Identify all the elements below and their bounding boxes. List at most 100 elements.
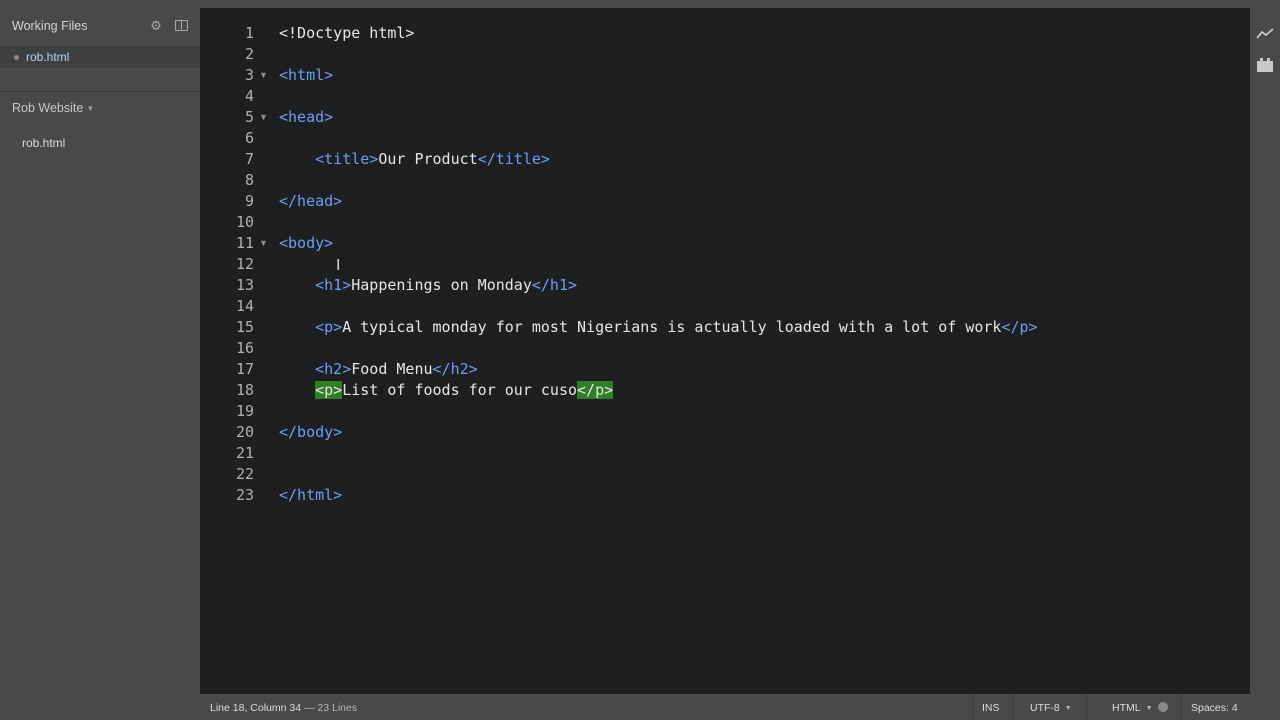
line-number: 11 (235, 234, 254, 252)
fold-arrow-icon[interactable]: ▼ (259, 233, 268, 254)
project-title[interactable]: Rob Website ▼ (12, 101, 94, 115)
split-view-icon[interactable] (175, 20, 188, 31)
code-tag: </body> (279, 423, 343, 441)
code-tag: </h2> (432, 360, 478, 378)
code-tag: <p> (315, 318, 343, 336)
divider (1086, 694, 1087, 720)
extension-manager-icon[interactable] (1256, 57, 1274, 73)
language-select[interactable]: HTML ▼ (1112, 702, 1153, 714)
divider (972, 694, 973, 720)
encoding-select[interactable]: UTF-8 ▼ (1030, 702, 1072, 714)
language-label: HTML (1112, 702, 1141, 714)
encoding-label: UTF-8 (1030, 702, 1060, 714)
chevron-down-icon: ▼ (1064, 704, 1072, 712)
line-number: 15 (235, 318, 254, 336)
code-tag: </p> (1001, 318, 1038, 336)
matched-tag: <p> (315, 381, 343, 399)
indent-spaces-select[interactable]: Spaces: 4 (1191, 702, 1238, 714)
line-number: 4 (244, 87, 254, 105)
line-number: 12 (235, 255, 254, 273)
line-number: 9 (244, 192, 254, 210)
code-line[interactable]: <h1>Happenings on Monday</h1> (279, 275, 577, 296)
right-toolbar (1250, 0, 1280, 720)
line-number: 18 (235, 381, 254, 399)
code-tag: <h2> (315, 360, 352, 378)
line-number: 10 (235, 213, 254, 231)
code-line[interactable]: <!Doctype html> (279, 23, 414, 44)
cursor-position: Line 18, Column 34 — 23 Lines (210, 702, 357, 714)
line-number: 16 (235, 339, 254, 357)
code-line[interactable]: <p>A typical monday for most Nigerians i… (279, 317, 1038, 338)
line-number: 3 (244, 66, 254, 84)
code-tag: <title> (315, 150, 379, 168)
live-preview-icon[interactable] (1256, 27, 1274, 41)
project-file-item[interactable]: rob.html (22, 136, 65, 150)
code-tag: <h1> (315, 276, 352, 294)
code-line[interactable]: </html> (279, 485, 342, 506)
code-line[interactable]: </body> (279, 422, 342, 443)
code-editor[interactable]: 1 <!Doctype html> 2 3 ▼ <html> 4 5 ▼ <head> 6 7 <ti… (200, 8, 1250, 694)
working-file-item[interactable]: rob.html (0, 46, 200, 68)
sidebar-divider (0, 91, 200, 92)
code-text: Food Menu (351, 360, 433, 378)
code-line[interactable]: <head> (279, 107, 333, 128)
line-number: 23 (235, 486, 254, 504)
code-tag: <body> (279, 234, 334, 252)
code-line[interactable]: <body> (279, 233, 333, 254)
lint-status-icon[interactable] (1158, 702, 1168, 712)
line-number: 17 (235, 360, 254, 378)
gear-icon[interactable]: ⚙ (149, 19, 163, 33)
line-number: 2 (244, 45, 254, 63)
working-files-title: Working Files (12, 19, 88, 33)
line-number: 6 (244, 129, 254, 147)
code-text: List of foods for our cuso (342, 381, 578, 399)
line-number: 7 (244, 150, 254, 168)
fold-arrow-icon[interactable]: ▼ (259, 107, 268, 128)
code-tag: </h1> (531, 276, 578, 294)
cursor-position-label: Line 18, Column 34 (210, 702, 302, 714)
code-line[interactable]: <title>Our Product</title> (279, 149, 550, 170)
code-line[interactable]: <h2>Food Menu</h2> (279, 359, 478, 380)
dot-icon (14, 55, 19, 60)
top-border (0, 0, 1250, 8)
code-tag: </html> (279, 486, 343, 504)
text-cursor-icon: I (336, 257, 341, 274)
line-number: 8 (244, 171, 254, 189)
code-tag: <html> (279, 66, 334, 84)
line-count: — 23 Lines (301, 702, 358, 714)
line-number: 20 (235, 423, 254, 441)
code-text: A typical monday for most Nigerians is a… (342, 318, 1002, 336)
code-text: Happenings on Monday (351, 276, 532, 294)
line-number: 13 (235, 276, 254, 294)
line-number: 22 (235, 465, 254, 483)
chevron-down-icon: ▼ (1145, 704, 1153, 712)
line-number: 1 (244, 24, 254, 42)
code-tag: <head> (279, 108, 334, 126)
line-number: 14 (235, 297, 254, 315)
sidebar: Working Files ⚙ rob.html Rob Website ▼ ro… (0, 0, 200, 720)
project-title-label: Rob Website (12, 101, 84, 115)
working-file-label: rob.html (26, 50, 70, 64)
code-line[interactable]: <p>List of foods for our cuso</p> (279, 380, 614, 401)
divider (1180, 694, 1181, 720)
insert-mode-toggle[interactable]: INS (982, 702, 1000, 714)
line-number: 5 (244, 108, 254, 126)
divider (1012, 694, 1013, 720)
code-tag: </head> (279, 192, 343, 210)
status-bar: Line 18, Column 34 — 23 Lines INS UTF-8 ▼… (200, 694, 1280, 720)
code-tag: </title> (477, 150, 550, 168)
code-line[interactable]: <html> (279, 65, 333, 86)
code-line[interactable]: </head> (279, 191, 342, 212)
code-text: <!Doctype html> (279, 24, 415, 42)
code-text: Our Product (378, 150, 478, 168)
line-number: 21 (235, 444, 254, 462)
fold-arrow-icon[interactable]: ▼ (259, 65, 268, 86)
line-number: 19 (235, 402, 254, 420)
chevron-down-icon: ▼ (86, 104, 95, 114)
matched-tag: </p> (577, 381, 614, 399)
